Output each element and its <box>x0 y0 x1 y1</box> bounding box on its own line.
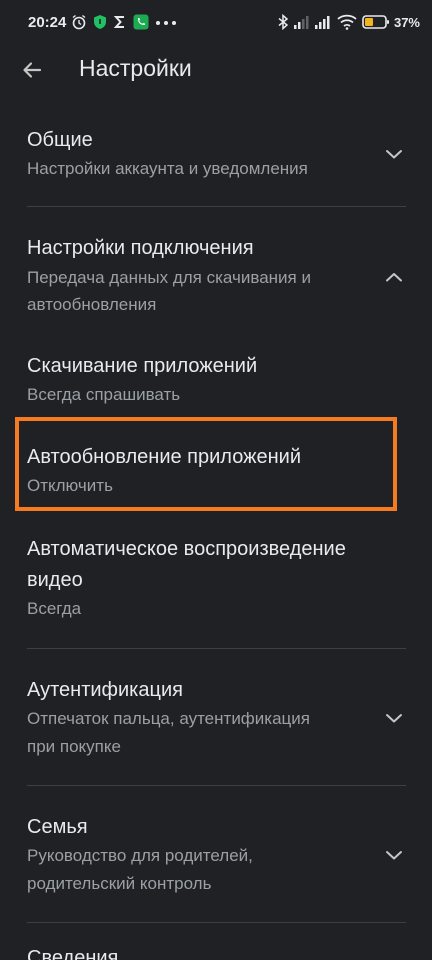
divider <box>27 785 406 786</box>
status-time: 20:24 <box>28 14 67 31</box>
item-subtitle: Передача данных для скачивания и <box>27 268 311 287</box>
item-title: Аутентификация <box>27 679 183 701</box>
phone-app-icon <box>133 14 149 30</box>
settings-item-download[interactable]: Скачивание приложений Всегда спрашивать <box>0 348 432 412</box>
chevron-down-icon[interactable] <box>382 843 406 867</box>
item-subtitle: Всегда спрашивать <box>27 385 181 404</box>
item-title: видео <box>27 569 83 591</box>
item-subtitle: Настройки аккаунта и уведомления <box>27 159 308 178</box>
item-subtitle: Руководство для родителей, <box>27 846 253 865</box>
battery-percent: 37% <box>393 15 420 30</box>
item-subtitle: Отключить <box>27 476 113 495</box>
item-subtitle: Всегда <box>27 599 82 618</box>
settings-item-family[interactable]: Семья Руководство для родителей, родител… <box>0 810 432 906</box>
chevron-down-icon[interactable] <box>382 142 406 166</box>
chevron-up-icon[interactable] <box>382 265 406 289</box>
shield-icon <box>94 15 106 29</box>
settings-item-general[interactable]: Общие Настройки аккаунта и уведомления <box>0 122 432 206</box>
battery-icon <box>362 15 389 29</box>
wifi-icon <box>337 14 357 30</box>
divider <box>27 648 406 649</box>
item-title: Сведения <box>27 947 119 960</box>
item-title: Автоматическое воспроизведение <box>27 538 346 560</box>
settings-item-autoplay[interactable]: Автоматическое воспроизведение видео Все… <box>0 531 432 627</box>
settings-item-auth[interactable]: Аутентификация Отпечаток пальца, аутенти… <box>0 673 432 769</box>
item-subtitle: родительский контроль <box>27 874 212 893</box>
item-title: Настройки подключения <box>27 237 254 259</box>
divider <box>27 922 406 923</box>
signal-icon <box>294 16 309 29</box>
signal-icon <box>315 16 330 29</box>
page-title: Настройки <box>79 55 192 81</box>
item-title: Общие <box>27 129 93 151</box>
settings-item-autoupdate[interactable]: Автообновление приложений Отключить <box>0 439 432 503</box>
sigma-icon <box>113 16 124 28</box>
back-button[interactable] <box>14 52 50 88</box>
app-bar: Настройки <box>0 44 432 94</box>
arrow-back-icon <box>23 62 42 78</box>
item-title: Скачивание приложений <box>27 355 258 377</box>
more-dots-icon <box>156 21 176 25</box>
settings-item-about[interactable]: Сведения <box>0 940 432 960</box>
chevron-down-icon[interactable] <box>382 706 406 730</box>
item-subtitle: Отпечаток пальца, аутентификация <box>27 709 310 728</box>
bluetooth-icon <box>278 14 289 30</box>
status-bar: 20:24 37% <box>0 0 432 44</box>
item-subtitle: автообновления <box>27 295 157 314</box>
item-subtitle: при покупке <box>27 737 121 756</box>
item-title: Семья <box>27 816 88 838</box>
item-title: Автообновление приложений <box>27 446 301 468</box>
settings-item-connection[interactable]: Настройки подключения Передача данных дл… <box>0 230 432 326</box>
divider <box>27 206 406 207</box>
alarm-icon <box>72 14 86 30</box>
